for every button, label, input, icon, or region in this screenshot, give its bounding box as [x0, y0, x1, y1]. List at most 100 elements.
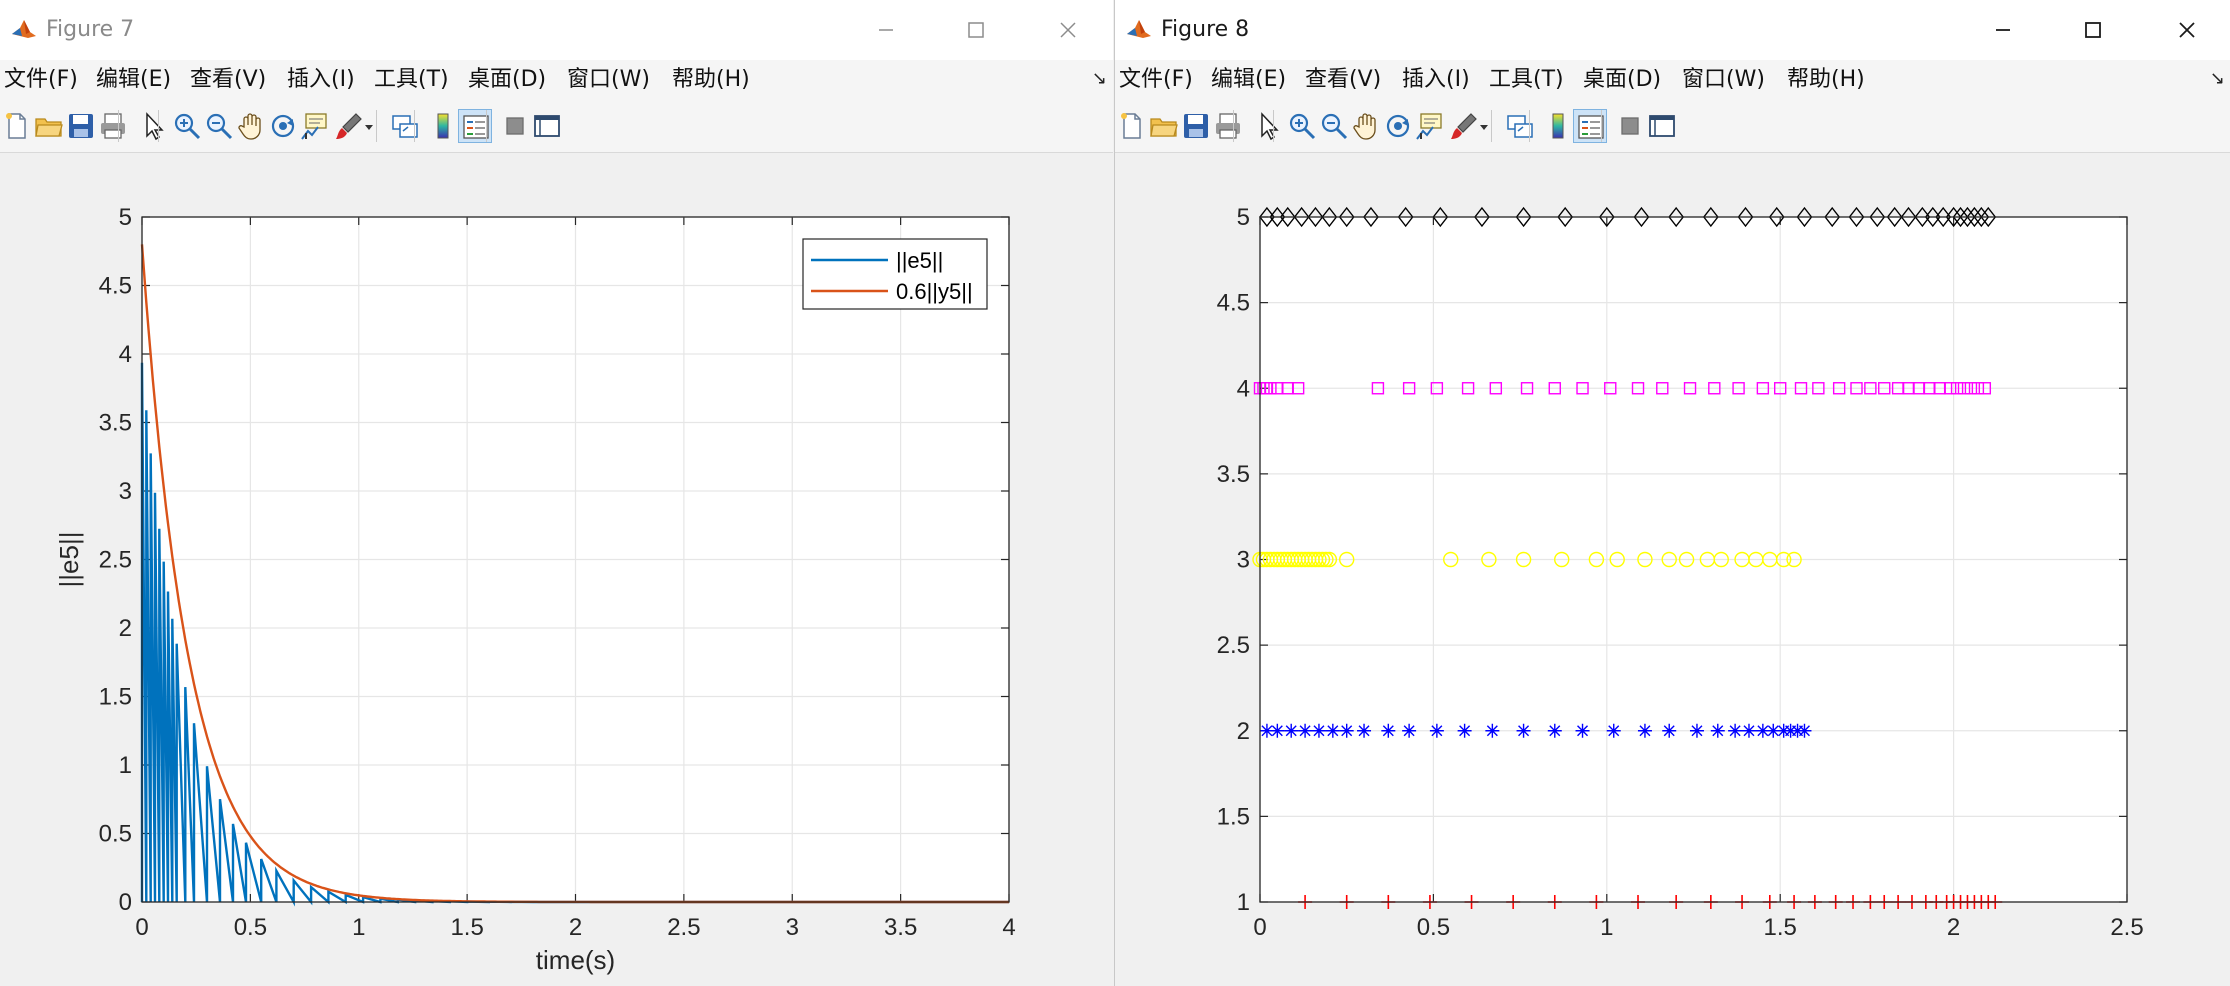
- brush-dropdown-button[interactable]: [362, 109, 376, 143]
- y-tick-label: 0.5: [99, 821, 132, 848]
- brush-dropdown-button[interactable]: [1477, 109, 1491, 143]
- link-plot-button[interactable]: [388, 109, 422, 143]
- y-tick-label: 1: [119, 752, 132, 779]
- menu-tools[interactable]: 工具(T): [374, 66, 449, 94]
- zoom-in-button[interactable]: [170, 109, 204, 143]
- menu-view[interactable]: 查看(V): [190, 66, 266, 94]
- zoom-in-button[interactable]: [1285, 109, 1319, 143]
- y-tick-label: 1: [1237, 889, 1250, 916]
- menu-desktop[interactable]: 桌面(D): [468, 66, 546, 94]
- print-icon: [1216, 113, 1240, 139]
- close-button[interactable]: [2167, 10, 2207, 50]
- new-file-icon: [1121, 113, 1141, 139]
- show-plot-tools-button[interactable]: [1645, 109, 1679, 143]
- figure8-titlebar[interactable]: Figure 8: [1115, 0, 2230, 60]
- x-tick-label: 0.5: [234, 914, 267, 941]
- asterisk-marker: [1741, 723, 1756, 738]
- y-tick-label: 4.5: [1217, 290, 1250, 317]
- save-button[interactable]: [64, 109, 98, 143]
- minimize-button[interactable]: [866, 10, 906, 50]
- pointer-button[interactable]: [1251, 109, 1285, 143]
- colorbar-button[interactable]: [1541, 109, 1575, 143]
- menu-desktop[interactable]: 桌面(D): [1583, 66, 1661, 94]
- rotate-3d-button[interactable]: [266, 109, 300, 143]
- menu-edit[interactable]: 编辑(E): [1211, 66, 1286, 94]
- menu-help[interactable]: 帮助(H): [672, 66, 750, 94]
- maximize-button[interactable]: [956, 10, 996, 50]
- new-file-button[interactable]: [1115, 109, 1149, 143]
- open-folder-button[interactable]: [1147, 109, 1181, 143]
- asterisk-marker: [1662, 723, 1677, 738]
- new-file-button[interactable]: [0, 109, 34, 143]
- print-button[interactable]: [96, 109, 130, 143]
- y-tick-label: 1.5: [1217, 803, 1250, 830]
- pointer-button[interactable]: [136, 109, 170, 143]
- menu-file[interactable]: 文件(F): [1119, 66, 1193, 94]
- close-button[interactable]: [1048, 10, 1088, 50]
- menu-window[interactable]: 窗口(W): [1682, 66, 1765, 94]
- minimize-button[interactable]: [1983, 10, 2023, 50]
- menu-insert[interactable]: 插入(I): [287, 66, 355, 94]
- asterisk-marker: [1547, 723, 1562, 738]
- hide-plot-tools-button[interactable]: [1613, 109, 1647, 143]
- toolbar-separator: [486, 110, 487, 142]
- rotate-3d-button[interactable]: [1381, 109, 1415, 143]
- show-plot-tools-button[interactable]: [530, 109, 564, 143]
- zoom-out-button[interactable]: [1317, 109, 1351, 143]
- y-tick-label: 5: [1237, 204, 1250, 231]
- dock-arrow-icon[interactable]: ↘: [1092, 68, 1107, 89]
- x-tick-label: 3.5: [884, 914, 917, 941]
- zoom-out-button[interactable]: [202, 109, 236, 143]
- toolbar-separator: [118, 110, 119, 142]
- zoom-in-icon: [174, 113, 201, 140]
- menu-file[interactable]: 文件(F): [4, 66, 78, 94]
- data-tips-button[interactable]: [1413, 109, 1447, 143]
- legend-label: 0.6||y5||: [896, 279, 973, 304]
- toolbar-separator: [376, 110, 377, 142]
- new-file-icon: [6, 113, 26, 139]
- figure8-chart[interactable]: 0 0.5 1 1.5 2 2.5 1 1.5 2 2.5 3 3.5 4 4.5 5: [1115, 153, 2230, 986]
- dock-arrow-icon[interactable]: ↘: [2210, 68, 2225, 89]
- toolbar-separator: [158, 110, 159, 142]
- menu-insert[interactable]: 插入(I): [1402, 66, 1470, 94]
- print-button[interactable]: [1211, 109, 1245, 143]
- zoom-out-icon: [1321, 113, 1348, 140]
- asterisk-marker: [1485, 723, 1500, 738]
- data-tips-icon: [1416, 113, 1442, 140]
- menu-view[interactable]: 查看(V): [1305, 66, 1381, 94]
- print-icon: [101, 113, 125, 139]
- maximize-button[interactable]: [2073, 10, 2113, 50]
- figure7-titlebar[interactable]: Figure 7: [0, 0, 1113, 60]
- hide-plot-tools-icon: [1621, 117, 1639, 135]
- minimize-icon: [879, 29, 893, 31]
- menu-window[interactable]: 窗口(W): [567, 66, 650, 94]
- figure7-chart[interactable]: 0 0.5 1 1.5 2 2.5 3 3.5 4 0 0.5 1 1.5 2 2.5 3 3.5 4 4.5 5 ti…: [0, 153, 1113, 986]
- save-button[interactable]: [1179, 109, 1213, 143]
- y-axis-label: ||e5||: [54, 532, 84, 588]
- link-plot-icon: [392, 115, 418, 138]
- link-plot-button[interactable]: [1503, 109, 1537, 143]
- pan-hand-button[interactable]: [1349, 109, 1383, 143]
- brush-button[interactable]: [1447, 109, 1481, 143]
- open-folder-icon: [35, 118, 63, 137]
- pointer-icon: [1261, 112, 1279, 141]
- menu-tools[interactable]: 工具(T): [1489, 66, 1564, 94]
- colorbar-button[interactable]: [426, 109, 460, 143]
- menu-help[interactable]: 帮助(H): [1787, 66, 1865, 94]
- data-tips-button[interactable]: [298, 109, 332, 143]
- hide-plot-tools-button[interactable]: [498, 109, 532, 143]
- y-tick-label: 3: [1237, 547, 1250, 574]
- y-tick-label: 2: [119, 615, 132, 642]
- toolbar-separator: [1601, 110, 1602, 142]
- menu-edit[interactable]: 编辑(E): [96, 66, 171, 94]
- legend[interactable]: ||e5|| 0.6||y5||: [802, 238, 988, 310]
- chevron-down-icon: [1480, 125, 1488, 130]
- legend-icon: [463, 115, 489, 139]
- pointer-icon: [146, 112, 164, 141]
- matlab-logo-icon: [12, 20, 36, 38]
- asterisk-marker: [1797, 723, 1812, 738]
- pan-hand-button[interactable]: [234, 109, 268, 143]
- x-tick-label: 2.5: [2110, 914, 2143, 941]
- brush-button[interactable]: [332, 109, 366, 143]
- open-folder-button[interactable]: [32, 109, 66, 143]
